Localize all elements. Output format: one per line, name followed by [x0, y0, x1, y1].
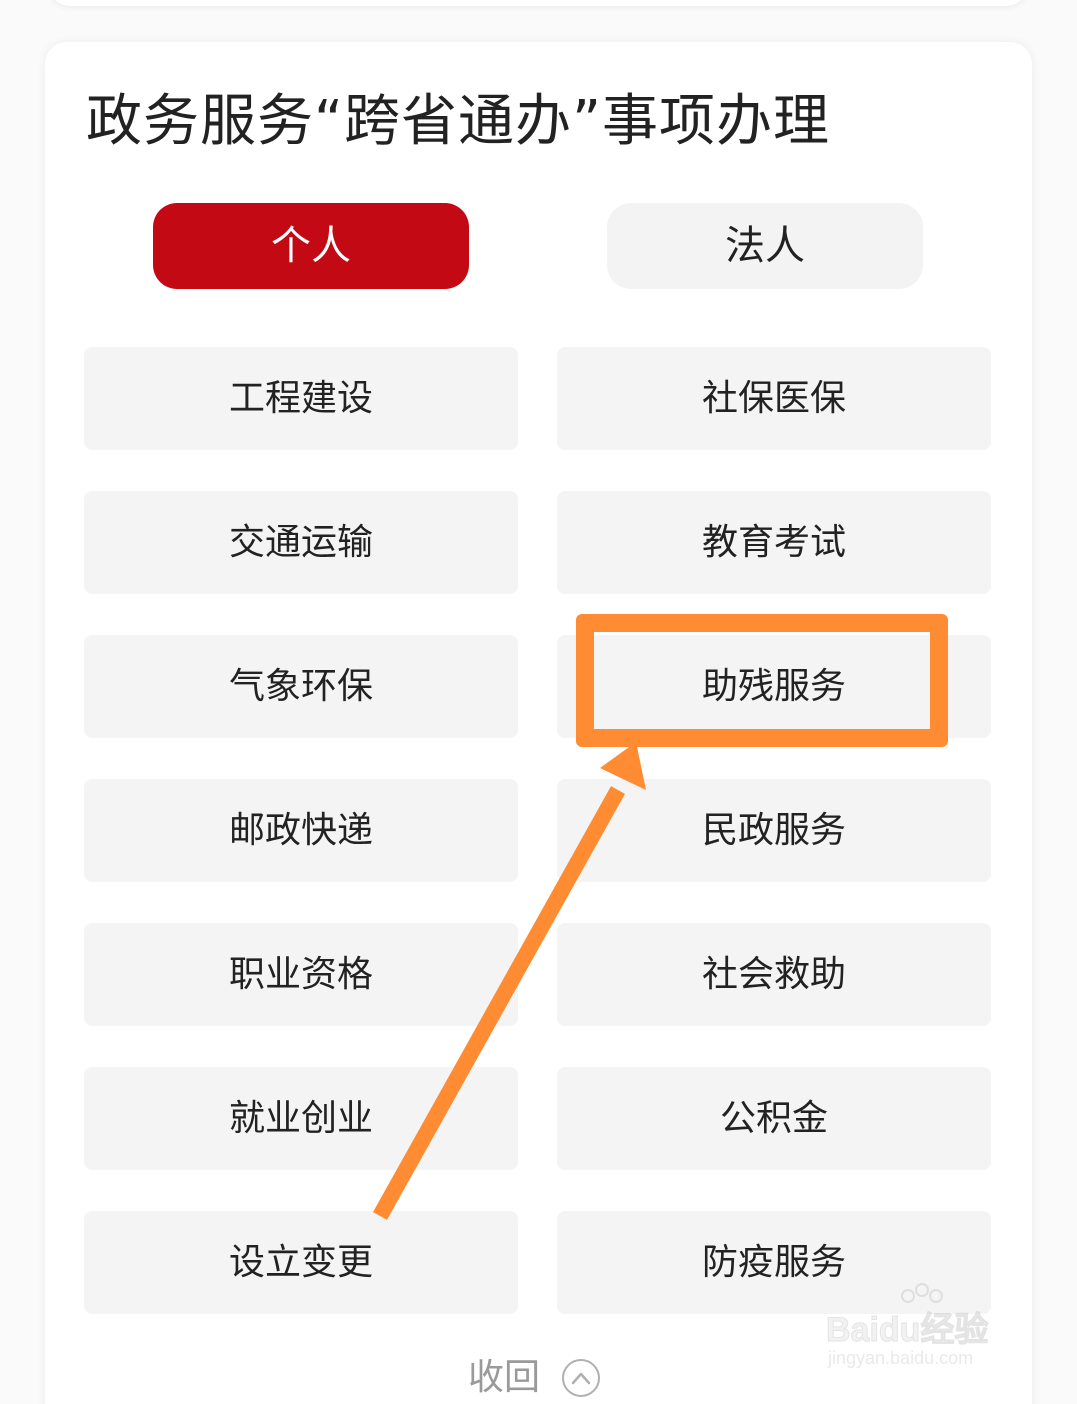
section-title: 政务服务“跨省通办”事项办理 [86, 89, 831, 154]
category-engineering-construction[interactable]: 工程建设 [84, 347, 518, 450]
category-education-exams[interactable]: 教育考试 [557, 491, 991, 594]
collapse-label: 收回 [468, 1357, 541, 1398]
page: 政务服务“跨省通办”事项办理 个人 法人 工程建设 社保医保 交通运输 教育考试… [0, 0, 1077, 1404]
collapse-button[interactable]: 收回 [468, 1350, 601, 1404]
category-epidemic-services[interactable]: 防疫服务 [557, 1211, 991, 1314]
category-social-medical-insurance[interactable]: 社保医保 [557, 347, 991, 450]
category-social-assistance[interactable]: 社会救助 [557, 923, 991, 1026]
category-transportation[interactable]: 交通运输 [84, 491, 518, 594]
category-employment-entrepreneurship[interactable]: 就业创业 [84, 1067, 518, 1170]
category-civil-affairs[interactable]: 民政服务 [557, 779, 991, 882]
tab-personal[interactable]: 个人 [153, 203, 469, 289]
category-postal-express[interactable]: 邮政快递 [84, 779, 518, 882]
previous-card-edge [48, 0, 1028, 6]
chevron-up-icon [562, 1359, 601, 1397]
category-weather-environment[interactable]: 气象环保 [84, 635, 518, 738]
category-disability-services[interactable]: 助残服务 [557, 635, 991, 738]
tab-legal-entity[interactable]: 法人 [607, 203, 923, 289]
category-establishment-changes[interactable]: 设立变更 [84, 1211, 518, 1314]
category-professional-qualification[interactable]: 职业资格 [84, 923, 518, 1026]
category-housing-fund[interactable]: 公积金 [557, 1067, 991, 1170]
